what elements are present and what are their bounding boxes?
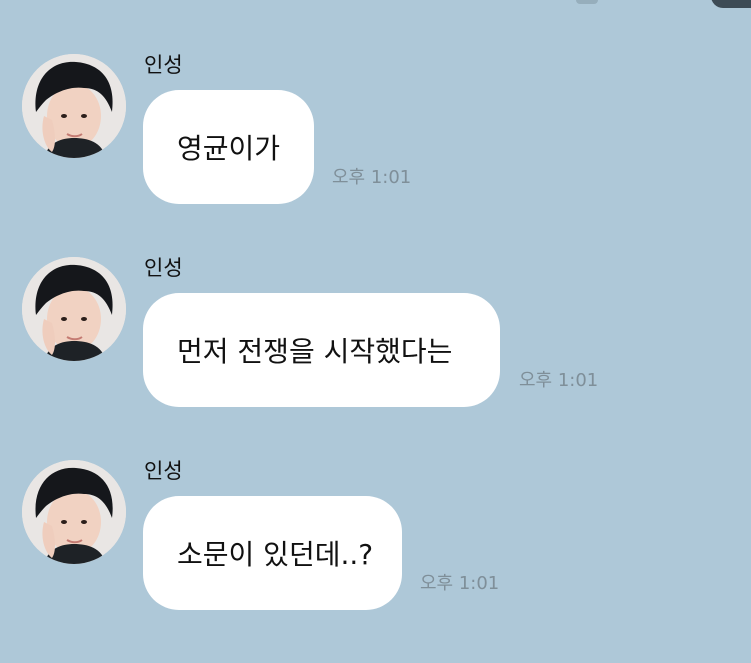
message-bubble[interactable]: 영균이가 xyxy=(143,90,314,204)
message-text: 영균이가 xyxy=(177,132,281,165)
message-text: 먼저 전쟁을 시작했다는 xyxy=(177,335,453,368)
message-text: 소문이 있던데..? xyxy=(177,538,374,571)
window-corner xyxy=(711,0,751,8)
message-bubble[interactable]: 소문이 있던데..? xyxy=(143,496,402,610)
profile-photo-icon xyxy=(22,54,126,158)
profile-photo-icon xyxy=(22,257,126,361)
message-bubble[interactable]: 먼저 전쟁을 시작했다는 xyxy=(143,293,500,407)
message-time: 오후 1:01 xyxy=(519,370,599,391)
status-indicator xyxy=(576,0,598,4)
sender-avatar[interactable] xyxy=(22,54,126,158)
sender-avatar[interactable] xyxy=(22,257,126,361)
message-time: 오후 1:01 xyxy=(420,573,500,594)
sender-name: 인성 xyxy=(144,256,183,280)
message-time: 오후 1:01 xyxy=(332,167,412,188)
sender-name: 인성 xyxy=(144,459,183,483)
sender-avatar[interactable] xyxy=(22,460,126,564)
profile-photo-icon xyxy=(22,460,126,564)
sender-name: 인성 xyxy=(144,53,183,77)
